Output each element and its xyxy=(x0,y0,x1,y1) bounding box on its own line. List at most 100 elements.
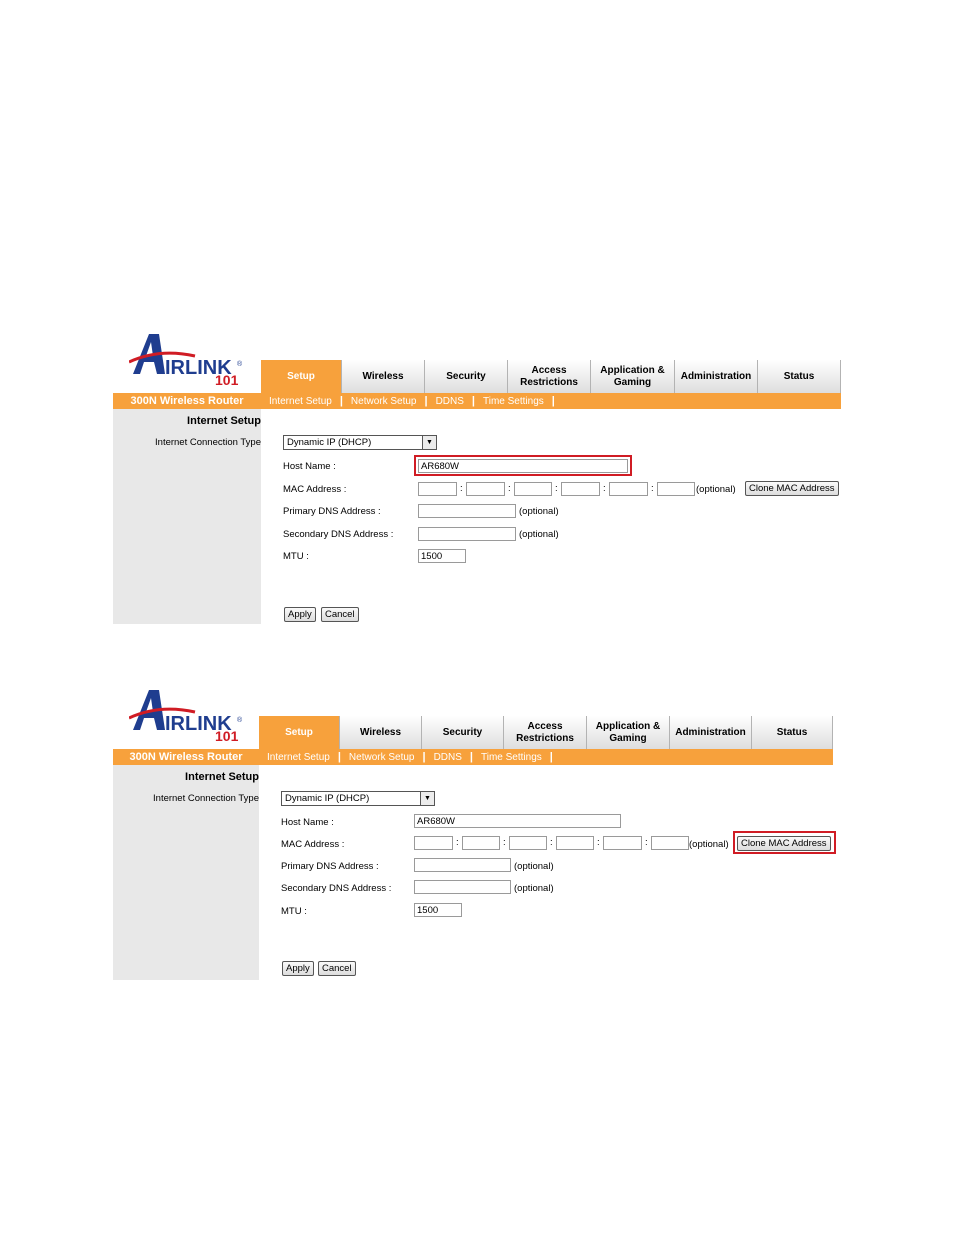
tab-wireless[interactable]: Wireless xyxy=(340,716,422,749)
logo-number: 101 xyxy=(215,372,239,388)
router-screenshot-host-name: IRLINK ® 101 Setup Wireless Security Acc… xyxy=(113,330,841,624)
mac-optional-note: (optional) xyxy=(696,484,736,495)
apply-button[interactable]: Apply xyxy=(282,961,314,976)
mac-octet-input[interactable] xyxy=(657,482,695,496)
connection-type-label: Internet Connection Type xyxy=(153,793,259,804)
tab-status[interactable]: Status xyxy=(752,716,833,749)
mac-octet-input[interactable] xyxy=(466,482,505,496)
primary-dns-optional-note: (optional) xyxy=(514,861,554,872)
mac-octet-input[interactable] xyxy=(418,482,457,496)
router-screenshot-clone-mac: IRLINK ® 101 Setup Wireless Security Acc… xyxy=(113,686,836,980)
subnav-time-settings[interactable]: Time Settings xyxy=(475,396,552,407)
tab-security[interactable]: Security xyxy=(422,716,504,749)
cancel-button[interactable]: Cancel xyxy=(318,961,356,976)
mac-octet-input[interactable] xyxy=(514,482,552,496)
cancel-button[interactable]: Cancel xyxy=(321,607,359,622)
mac-separator: : xyxy=(550,837,553,848)
secondary-dns-input[interactable] xyxy=(414,880,511,894)
subnav-network-setup[interactable]: Network Setup xyxy=(343,396,425,407)
connection-type-value: Dynamic IP (DHCP) xyxy=(287,437,372,448)
subnav-time-settings[interactable]: Time Settings xyxy=(473,752,550,763)
tab-status[interactable]: Status xyxy=(758,360,841,393)
subnav: Internet Setup | Network Setup | DDNS | Tim… xyxy=(261,393,555,409)
tab-security[interactable]: Security xyxy=(425,360,508,393)
subnav-separator: | xyxy=(549,751,553,763)
tab-application-gaming[interactable]: Application & Gaming xyxy=(587,716,670,749)
mac-separator: : xyxy=(645,837,648,848)
tab-access-restrictions[interactable]: Access Restrictions xyxy=(508,360,591,393)
subnav-separator: | xyxy=(551,395,555,407)
clone-mac-highlight xyxy=(733,831,836,854)
host-name-label: Host Name : xyxy=(283,461,336,472)
mac-octet-input[interactable] xyxy=(509,836,547,850)
mac-address-label: MAC Address : xyxy=(281,839,345,850)
subnav-internet-setup[interactable]: Internet Setup xyxy=(259,752,338,763)
primary-dns-input[interactable] xyxy=(414,858,511,872)
mac-separator: : xyxy=(456,837,459,848)
mac-octet-input[interactable] xyxy=(603,836,642,850)
mac-octet-input[interactable] xyxy=(561,482,600,496)
sidebar: Internet Setup Internet Connection Type xyxy=(113,409,261,624)
tab-administration[interactable]: Administration xyxy=(670,716,752,749)
main-tabs: Setup Wireless Security Access Restricti… xyxy=(259,716,833,749)
primary-dns-label: Primary DNS Address : xyxy=(283,506,381,517)
mac-octet-input[interactable] xyxy=(609,482,648,496)
secondary-dns-label: Secondary DNS Address : xyxy=(281,883,392,894)
mac-separator: : xyxy=(651,483,654,494)
subnav-network-setup[interactable]: Network Setup xyxy=(341,752,423,763)
registered-mark: ® xyxy=(237,716,243,724)
sub-navigation-bar: 300N Wireless Router Internet Setup | Net… xyxy=(113,749,833,765)
section-title: Internet Setup xyxy=(185,771,259,783)
host-name-highlight xyxy=(414,455,632,476)
product-title: 300N Wireless Router xyxy=(130,395,244,407)
tab-application-gaming[interactable]: Application & Gaming xyxy=(591,360,675,393)
mtu-input[interactable]: 1500 xyxy=(418,549,466,563)
subnav-internet-setup[interactable]: Internet Setup xyxy=(261,396,340,407)
mac-separator: : xyxy=(603,483,606,494)
tab-access-restrictions[interactable]: Access Restrictions xyxy=(504,716,587,749)
connection-type-select[interactable]: Dynamic IP (DHCP) ▼ xyxy=(283,435,437,450)
mac-separator: : xyxy=(555,483,558,494)
tab-setup[interactable]: Setup xyxy=(261,360,342,393)
mac-octet-input[interactable] xyxy=(651,836,689,850)
airlink-logo-icon: IRLINK ® 101 xyxy=(129,334,243,388)
host-name-input[interactable]: AR680W xyxy=(414,814,621,828)
mac-separator: : xyxy=(508,483,511,494)
mac-separator: : xyxy=(460,483,463,494)
connection-type-label: Internet Connection Type xyxy=(155,437,261,448)
setup-form: Dynamic IP (DHCP) ▼ Host Name : AR680W M… xyxy=(261,409,841,624)
primary-dns-input[interactable] xyxy=(418,504,516,518)
host-name-label: Host Name : xyxy=(281,817,334,828)
product-title: 300N Wireless Router xyxy=(129,751,243,763)
clone-mac-button[interactable]: Clone MAC Address xyxy=(745,481,839,496)
secondary-dns-optional-note: (optional) xyxy=(519,529,559,540)
connection-type-select[interactable]: Dynamic IP (DHCP) ▼ xyxy=(281,791,435,806)
subnav: Internet Setup | Network Setup | DDNS | Tim… xyxy=(259,749,553,765)
primary-dns-label: Primary DNS Address : xyxy=(281,861,379,872)
secondary-dns-input[interactable] xyxy=(418,527,516,541)
chevron-down-icon[interactable]: ▼ xyxy=(422,436,436,449)
mac-octet-input[interactable] xyxy=(462,836,500,850)
mac-separator: : xyxy=(597,837,600,848)
mac-octet-input[interactable] xyxy=(556,836,594,850)
mac-octet-input[interactable] xyxy=(414,836,453,850)
tab-setup[interactable]: Setup xyxy=(259,716,340,749)
connection-type-value: Dynamic IP (DHCP) xyxy=(285,793,370,804)
secondary-dns-label: Secondary DNS Address : xyxy=(283,529,394,540)
section-title: Internet Setup xyxy=(187,415,261,427)
airlink-logo: IRLINK ® 101 xyxy=(113,686,259,748)
mac-address-label: MAC Address : xyxy=(283,484,347,495)
secondary-dns-optional-note: (optional) xyxy=(514,883,554,894)
mac-separator: : xyxy=(503,837,506,848)
sub-navigation-bar: 300N Wireless Router Internet Setup | Net… xyxy=(113,393,841,409)
primary-dns-optional-note: (optional) xyxy=(519,506,559,517)
apply-button[interactable]: Apply xyxy=(284,607,316,622)
chevron-down-icon[interactable]: ▼ xyxy=(420,792,434,805)
tab-administration[interactable]: Administration xyxy=(675,360,758,393)
subnav-ddns[interactable]: DDNS xyxy=(428,396,472,407)
subnav-ddns[interactable]: DDNS xyxy=(426,752,470,763)
mtu-input[interactable]: 1500 xyxy=(414,903,462,917)
tab-wireless[interactable]: Wireless xyxy=(342,360,425,393)
airlink-logo: IRLINK ® 101 xyxy=(113,330,261,392)
setup-form: Dynamic IP (DHCP) ▼ Host Name : AR680W M… xyxy=(259,765,836,980)
